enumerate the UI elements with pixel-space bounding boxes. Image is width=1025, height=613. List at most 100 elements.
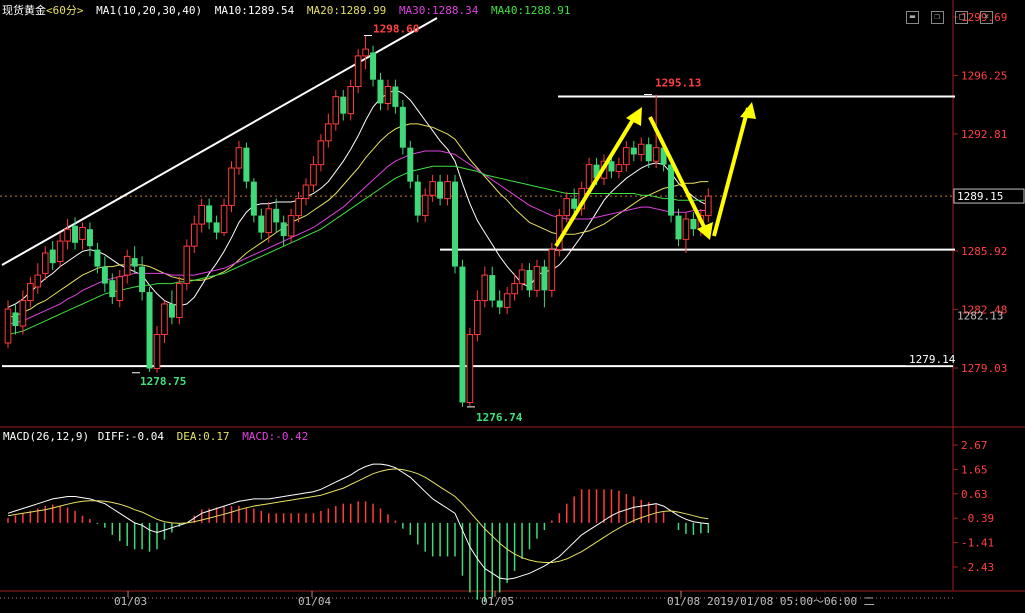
candle-body-down	[399, 106, 406, 148]
candle-body-down	[392, 86, 399, 107]
macd-axis: 2.67 1.65 0.63 -0.39 -1.41 -2.43	[953, 439, 994, 574]
candle-body-down	[571, 198, 578, 209]
price-tick-label: 1279.03	[961, 362, 1007, 375]
candle-body-up	[317, 140, 325, 166]
candle-body-down	[377, 79, 384, 104]
arrow-head-up-1	[626, 107, 642, 126]
macd-params[interactable]: MACD(26,12,9)	[3, 430, 89, 443]
restore-icon[interactable]: ❐	[930, 11, 944, 24]
ma30-value: MA30:1288.34	[398, 4, 479, 17]
candle-body-up	[362, 48, 369, 57]
candle-body-up	[228, 167, 235, 206]
candle-body-down	[258, 215, 265, 233]
close-icon[interactable]: ×	[979, 11, 993, 24]
secondary-price-label: 1282.13	[957, 309, 1003, 322]
diff-value: DIFF:-0.04	[97, 430, 164, 443]
period-label[interactable]: <60分>	[46, 4, 84, 17]
candle-body-up	[176, 283, 183, 319]
candle-body-down	[340, 96, 347, 114]
candle-body-down	[645, 144, 652, 162]
candle-body-up	[287, 215, 295, 237]
chart-header: 现货黄金<60分> MA1(10,20,30,40) MA10:1289.54 …	[2, 2, 577, 18]
candle-body-up	[615, 164, 623, 172]
candle-body-up	[466, 334, 474, 403]
candlesticks	[4, 35, 712, 407]
candle-body-down	[541, 266, 548, 291]
candle-body-up	[682, 218, 690, 240]
macd-tick-label: -0.39	[961, 512, 994, 525]
candle-body-down	[72, 225, 79, 243]
candle-body-down	[407, 147, 414, 182]
candle-body-up	[548, 249, 556, 291]
candle-body-up	[116, 276, 124, 302]
time-axis: 01/03 01/04 01/05 01/08	[114, 591, 700, 608]
candle-body-up	[41, 252, 49, 274]
candle-body-down	[12, 312, 19, 327]
ma20-value: MA20:1289.99	[306, 4, 387, 17]
candle-body-up	[384, 85, 392, 104]
candle-body-up	[429, 181, 436, 196]
extreme-price-label: 1295.13	[655, 76, 701, 89]
candle-body-up	[64, 228, 71, 242]
candle-body-down	[146, 292, 153, 369]
candle-body-down	[630, 147, 637, 155]
candle-body-up	[354, 55, 362, 87]
candle-body-up	[220, 204, 228, 234]
candle-body-up	[652, 147, 660, 162]
candle-body-down	[94, 249, 101, 267]
candle-body-up	[302, 184, 310, 200]
candle-body-up	[295, 198, 302, 217]
candle-body-up	[637, 143, 645, 155]
candle-body-up	[444, 181, 451, 200]
candle-body-down	[131, 258, 138, 267]
candle-body-down	[496, 300, 503, 308]
candle-body-down	[489, 275, 496, 301]
candle-body-up	[518, 269, 526, 285]
current-price-label: 1289.15	[957, 190, 1003, 203]
candle-body-up	[265, 208, 273, 234]
candle-body-down	[668, 164, 675, 216]
candle-body-up	[533, 266, 541, 291]
extreme-price-label: 1298.60	[373, 23, 419, 36]
macd-header: MACD(26,12,9) DIFF:-0.04 DEA:0.17 MACD:-…	[3, 430, 314, 443]
macd-tick-label: -2.43	[961, 561, 994, 574]
macd-tick-label: -1.41	[961, 537, 994, 550]
candle-body-down	[690, 219, 697, 230]
candle-body-up	[27, 283, 34, 302]
status-datetime: 2019/01/08 05:00～06:00 二	[707, 595, 875, 608]
candle-body-up	[161, 303, 168, 336]
candle-body-up	[19, 300, 27, 327]
chart-window: 1279.14 1298.60 1295.13 1278.75 1276.74 129…	[0, 0, 1025, 613]
candle-body-down	[437, 181, 444, 199]
symbol-name[interactable]: 现货黄金	[2, 4, 46, 17]
time-tick-label: 01/08	[667, 595, 700, 608]
candle-body-down	[370, 52, 377, 80]
candle-body-down	[213, 222, 220, 233]
ma40-value: MA40:1288.91	[491, 4, 571, 17]
candle-body-down	[101, 266, 108, 284]
candle-body-down	[139, 266, 146, 293]
candle-body-up	[325, 123, 332, 142]
candle-body-up	[56, 240, 64, 262]
window-controls: ▬ ❐ □ ×	[906, 4, 995, 24]
macd-tick-label: 1.65	[961, 463, 988, 476]
candle-body-down	[168, 303, 175, 318]
macd-tick-label: 2.67	[961, 439, 988, 452]
moving-average-lines	[7, 89, 709, 335]
candle-body-up	[79, 226, 86, 240]
minimize-icon[interactable]: ▬	[906, 11, 919, 24]
candle-body-down	[86, 229, 93, 247]
candle-body-up	[623, 147, 630, 166]
candle-body-down	[675, 215, 682, 240]
ma-params[interactable]: MA1(10,20,30,40)	[96, 4, 202, 17]
maximize-icon[interactable]: □	[955, 11, 969, 24]
candle-body-up	[153, 334, 161, 370]
price-tick-label: 1296.25	[961, 69, 1007, 82]
candle-body-up	[481, 274, 489, 302]
candle-body-up	[310, 164, 317, 186]
candle-body-down	[280, 222, 287, 236]
candle-body-down	[206, 205, 213, 223]
candle-body-up	[123, 255, 131, 276]
candle-body-down	[109, 280, 116, 298]
candle-body-up	[705, 195, 712, 217]
